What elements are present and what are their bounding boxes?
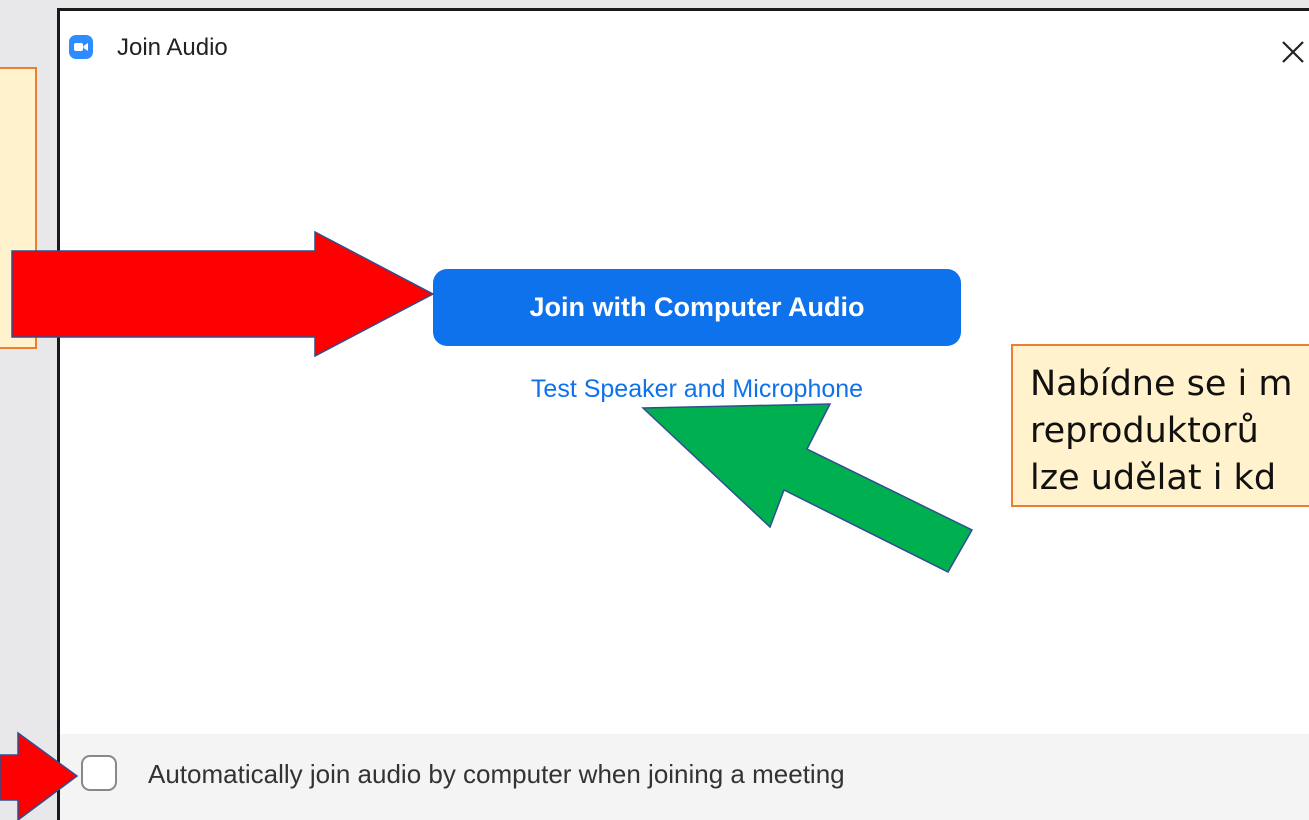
green-arrow-shape <box>641 403 974 573</box>
red-arrow-to-checkbox <box>0 731 79 820</box>
annotation-arrows <box>0 230 974 820</box>
red-arrow-to-button <box>11 230 435 358</box>
screenshot-stage: Join Audio Join with Computer Audio Test… <box>0 0 1309 820</box>
